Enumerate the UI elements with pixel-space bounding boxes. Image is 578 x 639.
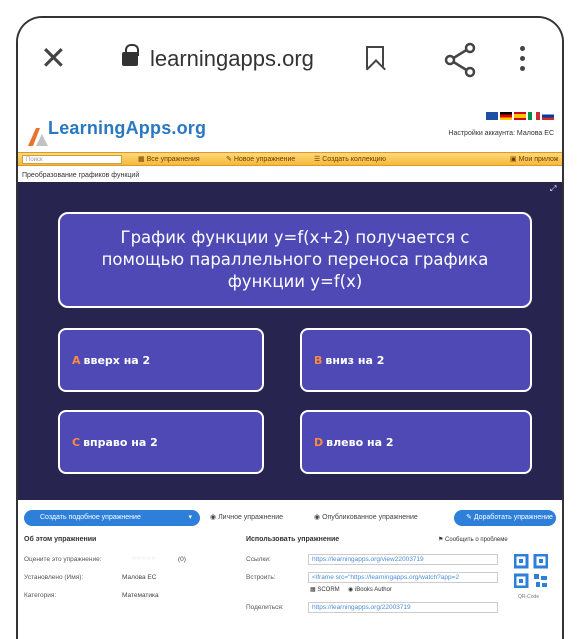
answer-a[interactable]: Aвверх на 2 xyxy=(58,328,264,392)
nav-create-collection-label: Создать коллекцию xyxy=(322,156,386,163)
link-label: Ссылки: xyxy=(246,556,271,563)
rate-label: Оцените это упражнение: xyxy=(24,556,102,563)
exercise-info: Об этом упражнении Использовать упражнен… xyxy=(18,532,562,639)
improve-label: Доработать упражнение xyxy=(473,514,553,521)
logo-text: LearningApps.org xyxy=(48,118,207,138)
embed-field[interactable]: <iframe src="https://learningapps.org/wa… xyxy=(308,572,498,583)
nav-my-apps-label: Мои прилож xyxy=(518,156,559,163)
site-header: LearningApps.org Настройки аккаунта: Мал… xyxy=(18,100,562,152)
qr-code-icon[interactable] xyxy=(514,554,548,588)
answer-c-letter: C xyxy=(72,435,81,449)
nav-all-exercises-label: Все упражнения xyxy=(146,156,200,163)
scorm-label: SCORM xyxy=(317,587,340,593)
about-heading: Об этом упражнении xyxy=(24,536,97,543)
use-heading: Использовать упражнение xyxy=(246,536,340,543)
answer-b-letter: B xyxy=(314,353,323,367)
answer-d-text: влево на 2 xyxy=(326,435,394,449)
report-problem-link[interactable]: ⚑ Сообщить о проблеме xyxy=(438,536,508,543)
private-radio[interactable]: ◉ Личное упражнение xyxy=(210,513,283,521)
answer-a-text: вверх на 2 xyxy=(83,353,151,367)
logo-mark-icon xyxy=(28,128,48,146)
more-menu-icon[interactable] xyxy=(518,46,526,74)
rating-count: (0) xyxy=(178,556,186,563)
answer-a-letter: A xyxy=(72,353,81,367)
published-label: Опубликованное упражнение xyxy=(322,514,418,521)
private-label: Личное упражнение xyxy=(218,514,283,521)
answer-b-text: вниз на 2 xyxy=(325,353,385,367)
browser-toolbar: ✕ learningapps.org xyxy=(18,18,562,100)
answer-c[interactable]: Cвправо на 2 xyxy=(58,410,264,474)
share-icon[interactable] xyxy=(440,40,480,80)
lock-icon xyxy=(122,44,139,66)
answer-d-letter: D xyxy=(314,435,324,449)
answer-b[interactable]: Bвниз на 2 xyxy=(300,328,532,392)
site-logo[interactable]: LearningApps.org xyxy=(28,118,206,148)
category-value: Математика xyxy=(122,592,159,599)
answer-d[interactable]: Dвлево на 2 xyxy=(300,410,532,474)
published-radio[interactable]: ◉ Опубликованное упражнение xyxy=(314,513,418,521)
ibooks-link[interactable]: ◉ iBooks Author xyxy=(348,586,392,593)
category-label: Категория: xyxy=(24,592,57,599)
create-similar-button[interactable]: Создать подобное упражнение xyxy=(24,510,200,526)
fullscreen-icon[interactable]: ⤢ xyxy=(550,185,558,193)
bookmark-icon[interactable] xyxy=(366,46,384,70)
web-page: LearningApps.org Настройки аккаунта: Мал… xyxy=(18,100,562,639)
scorm-link[interactable]: ▦ SCORM xyxy=(310,586,340,593)
question-card: График функции y=f(x+2) получается с пом… xyxy=(58,212,532,308)
nav-new-exercise-label: Новое упражнение xyxy=(233,156,296,163)
close-icon[interactable]: ✕ xyxy=(40,40,67,76)
search-input[interactable]: Поиск xyxy=(22,155,122,164)
improve-button[interactable]: ✎ Доработать упражнение xyxy=(454,510,556,526)
account-settings-link[interactable]: Настройки аккаунта: Малова ЕС xyxy=(448,130,554,137)
embed-label: Встроить: xyxy=(246,574,276,581)
report-label: Сообщить о проблеме xyxy=(445,537,508,543)
address-bar[interactable]: learningapps.org xyxy=(150,46,314,72)
qr-code-label: QR-Code xyxy=(518,594,540,600)
share-field[interactable]: https://learningapps.org/22003719 xyxy=(308,602,498,613)
nav-new-exercise[interactable]: ✎ Новое упражнение xyxy=(226,155,295,164)
answer-c-text: вправо на 2 xyxy=(83,435,158,449)
installed-value[interactable]: Малова ЕС xyxy=(122,574,156,581)
ibooks-label: iBooks Author xyxy=(354,587,392,593)
exercise-actions: Создать подобное упражнение ◉ Личное упр… xyxy=(18,506,562,530)
language-flags[interactable] xyxy=(486,112,554,122)
rating-stars[interactable]: ○○○○○ xyxy=(132,555,157,562)
nav-all-exercises[interactable]: ▦ Все упражнения xyxy=(138,155,200,164)
installed-label: Установлено (Имя): xyxy=(24,574,84,581)
link-field[interactable]: https://learningapps.org/view22003719 xyxy=(308,554,498,565)
share-label: Поделиться: xyxy=(246,604,284,611)
phone-frame: ✕ learningapps.org LearningApps.org Наст… xyxy=(16,16,564,639)
page-title: Преобразование графиков функций xyxy=(22,172,140,179)
nav-create-collection[interactable]: ☰ Создать коллекцию xyxy=(314,155,386,164)
nav-my-apps[interactable]: ▣ Мои прилож xyxy=(510,155,558,164)
exercise-stage: ⤢ График функции y=f(x+2) получается с п… xyxy=(18,182,562,500)
main-nav: Поиск ▦ Все упражнения ✎ Новое упражнени… xyxy=(18,152,562,166)
